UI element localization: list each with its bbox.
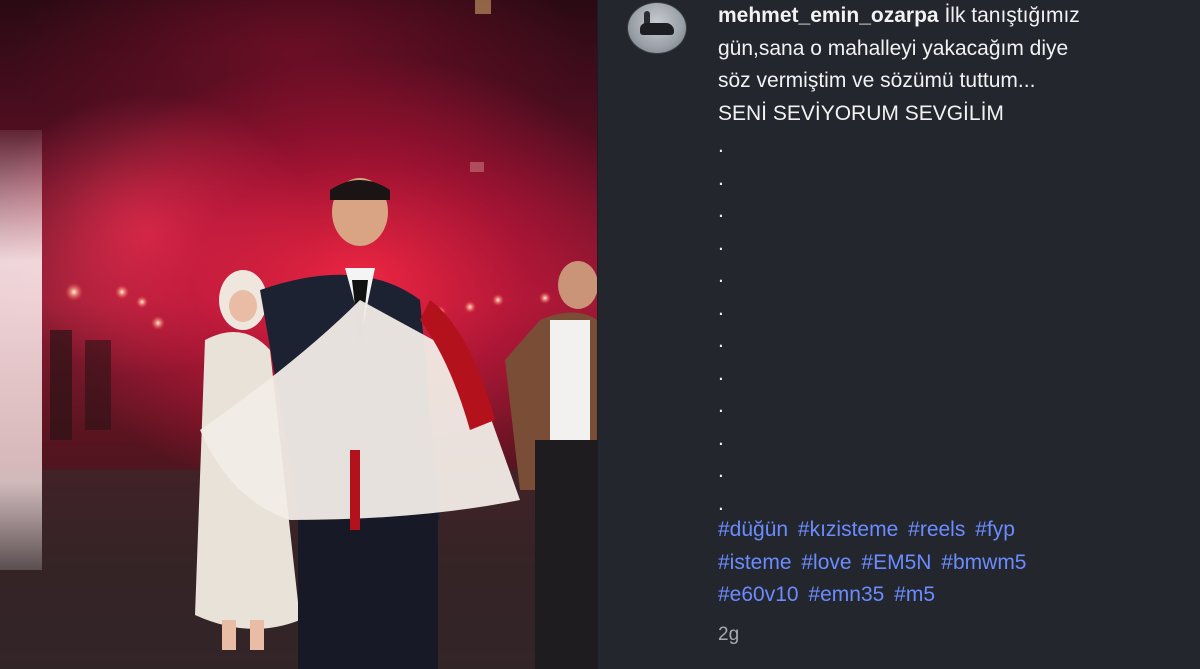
avatar[interactable] — [627, 2, 687, 54]
caption-dot: . — [718, 134, 724, 157]
hashtag-link[interactable]: #fyp — [975, 518, 1015, 541]
post-photo[interactable] — [0, 0, 597, 669]
caption-dot: . — [718, 361, 724, 385]
caption-line-4: SENİ SEVİYORUM SEVGİLİM — [718, 101, 1004, 125]
post-caption: mehmet_emin_ozarpa İlk tanıştığımız gün,… — [718, 0, 1158, 520]
hashtag-row: #isteme #love #EM5N #bmwm5 — [718, 547, 1158, 580]
caption-dot: . — [718, 199, 724, 222]
avatar-car — [640, 23, 674, 35]
hashtag-link[interactable]: #isteme — [718, 551, 792, 574]
post-timestamp[interactable]: 2g — [718, 624, 739, 646]
caption-line-3: söz vermiştim ve sözümü tuttum... — [718, 69, 1036, 92]
hashtag-link[interactable]: #bmwm5 — [941, 551, 1026, 574]
hashtag-link[interactable]: #m5 — [894, 583, 935, 606]
hashtag-row: #düğün #kızisteme #reels #fyp — [718, 514, 1158, 547]
caption-dot: . — [718, 426, 724, 450]
caption-dot: . — [718, 329, 724, 352]
hashtag-link[interactable]: #e60v10 — [718, 583, 799, 606]
caption-dot: . — [718, 394, 724, 417]
hashtag-list: #düğün #kızisteme #reels #fyp #isteme #l… — [718, 514, 1158, 612]
hashtag-link[interactable]: #düğün — [718, 518, 788, 541]
caption-dot: . — [718, 231, 724, 255]
caption-line-1: mehmet_emin_ozarpa İlk tanıştığımız — [718, 0, 1158, 33]
caption-line-2: gün,sana o mahalleyi yakacağım diye — [718, 36, 1069, 60]
hashtag-link[interactable]: #reels — [908, 518, 965, 541]
hashtag-link[interactable]: #kızisteme — [798, 518, 898, 541]
username-link[interactable]: mehmet_emin_ozarpa — [718, 4, 939, 27]
panel-divider — [597, 0, 598, 669]
caption-dot: . — [718, 459, 724, 482]
hashtag-link[interactable]: #EM5N — [861, 551, 931, 574]
caption-text: İlk tanıştığımız — [944, 4, 1080, 27]
caption-dot: . — [718, 166, 724, 190]
caption-dot: . — [718, 264, 724, 287]
hashtag-link[interactable]: #emn35 — [808, 583, 884, 606]
photo-illustration — [0, 0, 597, 669]
hashtag-link[interactable]: #love — [801, 551, 851, 574]
caption-dot: . — [718, 296, 724, 320]
hashtag-row: #e60v10 #emn35 #m5 — [718, 579, 1158, 612]
